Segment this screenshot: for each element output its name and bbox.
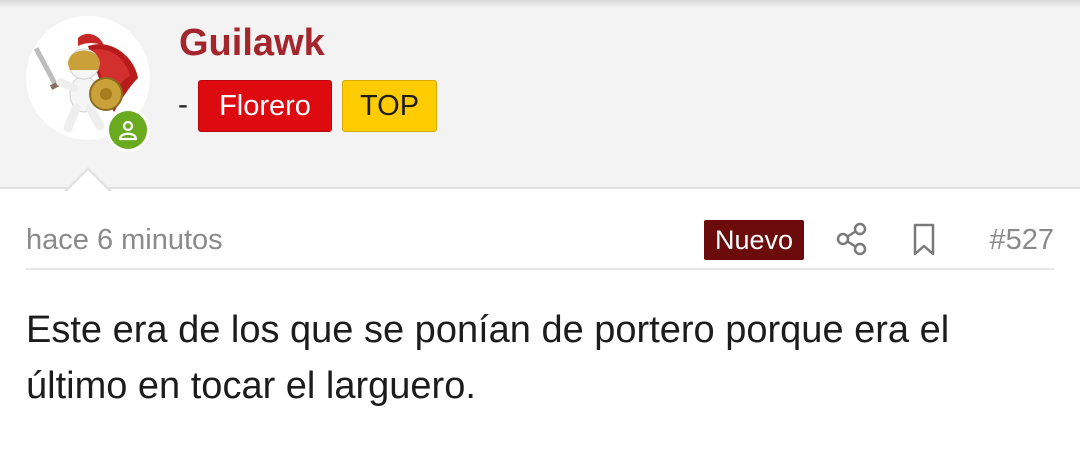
- share-icon: [836, 222, 867, 256]
- user-avatar[interactable]: [26, 16, 152, 152]
- share-button[interactable]: [834, 220, 870, 260]
- user-badge-top: TOP: [342, 80, 437, 132]
- post-timestamp[interactable]: hace 6 minutos: [26, 222, 223, 258]
- post-header: Guilawk - Florero TOP: [0, 0, 1080, 189]
- post-meta-row: hace 6 minutos Nuevo #527: [26, 212, 1054, 270]
- post-body: Este era de los que se ponían de portero…: [26, 309, 950, 407]
- bookmark-button[interactable]: [908, 220, 940, 260]
- bookmark-icon: [913, 223, 935, 256]
- user-icon: [118, 120, 138, 141]
- badge-separator: -: [178, 88, 188, 121]
- online-status-indicator: [106, 108, 150, 152]
- username-link[interactable]: Guilawk: [179, 20, 325, 66]
- new-badge: Nuevo: [704, 220, 804, 260]
- header-pointer-fill: [66, 170, 110, 192]
- post-number-link[interactable]: #527: [989, 222, 1054, 258]
- user-badge-florero: Florero: [198, 80, 332, 132]
